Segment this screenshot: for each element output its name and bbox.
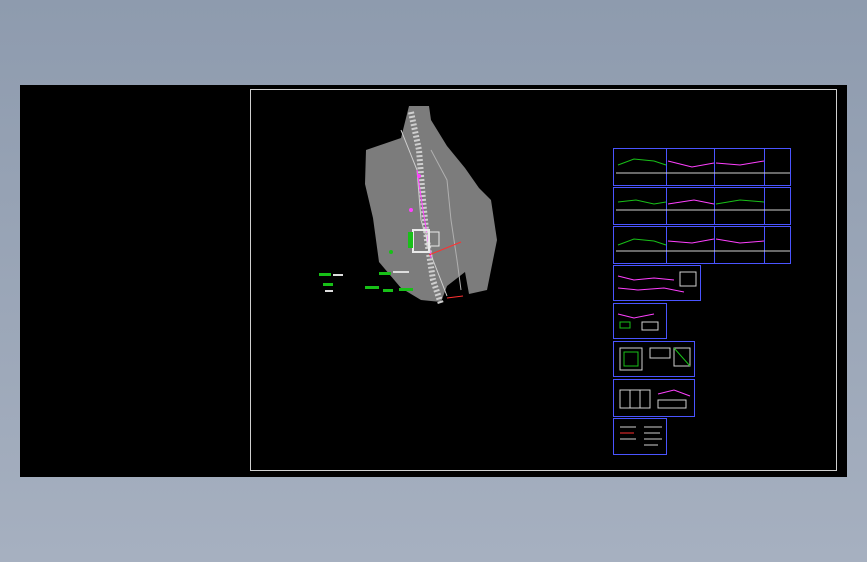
model-space-viewport[interactable] [20, 85, 847, 477]
marker-line [446, 295, 464, 299]
legend-swatch [379, 272, 391, 275]
legend-line [325, 290, 333, 292]
point-marker [417, 174, 421, 178]
profile-sheet-2[interactable] [613, 187, 791, 225]
legend-swatch [323, 283, 333, 286]
section-sheet[interactable] [613, 265, 701, 301]
highlight-marker [408, 232, 413, 248]
point-marker [409, 208, 413, 212]
layout-sheet-border [250, 89, 837, 471]
notes-sheet[interactable] [613, 418, 667, 455]
detail-sheet-1[interactable] [613, 303, 667, 339]
legend-swatch [365, 286, 379, 289]
point-marker [389, 250, 393, 254]
legend-line [393, 271, 409, 273]
legend-swatch [399, 288, 413, 291]
structure-sheet-2[interactable] [613, 379, 695, 417]
cad-viewer: { "viewer": { "background_color": "#0000… [0, 0, 867, 562]
legend-swatch [383, 289, 393, 292]
legend-line [333, 274, 343, 276]
profile-sheet-1[interactable] [613, 148, 791, 186]
structure-sheet-1[interactable] [613, 341, 695, 377]
profile-sheet-3[interactable] [613, 226, 791, 264]
legend-swatch [319, 273, 331, 276]
